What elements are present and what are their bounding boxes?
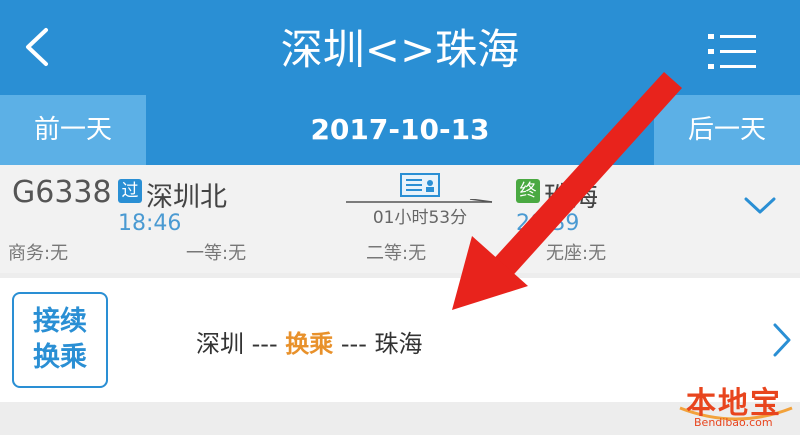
terminal-badge: 终 <box>516 179 540 203</box>
date-bar: 前一天 2017-10-13 后一天 <box>0 95 800 165</box>
train-result-row[interactable]: G6338 过 深圳北 18:46 01小时53分 终 珠海 20:39 商务:… <box>0 165 800 273</box>
chevron-right-icon[interactable] <box>770 320 794 360</box>
seat-business: 商务:无 <box>8 243 69 264</box>
chevron-down-icon[interactable] <box>740 190 780 220</box>
arrival-station: 珠海 <box>544 182 598 213</box>
ticket-icon <box>400 173 440 197</box>
transfer-from: 深圳 --- <box>196 330 286 358</box>
top-bar: 深圳<>珠海 <box>0 0 800 95</box>
transfer-route: 深圳 --- 换乘 --- 珠海 <box>196 324 423 359</box>
train-number: G6338 <box>12 175 112 210</box>
current-date[interactable]: 2017-10-13 <box>146 95 654 165</box>
watermark-url: Bendibao.com <box>694 416 773 429</box>
seat-standing: 无座:无 <box>546 243 607 264</box>
transfer-badge: 接续 换乘 <box>12 292 108 388</box>
arrival-time: 20:39 <box>516 211 580 236</box>
transfer-badge-line1: 接续 <box>33 306 87 337</box>
pass-through-badge: 过 <box>118 179 142 203</box>
transfer-badge-line2: 换乘 <box>33 342 87 373</box>
previous-day-button[interactable]: 前一天 <box>0 95 146 165</box>
transfer-to: --- 珠海 <box>333 330 423 358</box>
departure-time: 18:46 <box>118 211 182 236</box>
transfer-keyword: 换乘 <box>285 330 334 358</box>
next-day-button[interactable]: 后一天 <box>654 95 800 165</box>
page-title: 深圳<>珠海 <box>280 25 520 74</box>
departure-station: 深圳北 <box>146 182 227 213</box>
seat-first-class: 一等:无 <box>186 243 247 264</box>
list-menu-icon[interactable] <box>706 30 758 74</box>
seat-second-class: 二等:无 <box>366 243 427 264</box>
trip-duration: 01小时53分 <box>372 208 468 228</box>
